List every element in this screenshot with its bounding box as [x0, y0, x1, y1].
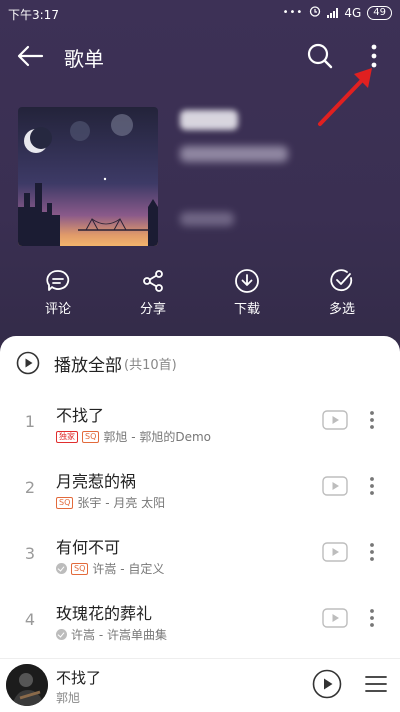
now-playing-cover-image [6, 664, 48, 706]
song-count: (共10首) [124, 357, 177, 373]
song-row[interactable]: 2 月亮惹的祸 SQ 张宇 - 月亮 太阳 [0, 460, 400, 522]
song-meta: 独家 SQ 郭旭 - 郭旭的Demo [56, 428, 211, 445]
playlist-queue-icon[interactable] [364, 673, 388, 695]
downloaded-check-icon [56, 629, 67, 640]
status-icons: ••• 4G 49 [283, 5, 392, 20]
now-playing-artist: 郭旭 [56, 691, 81, 705]
song-title: 不找了 [56, 406, 105, 425]
song-meta: SQ 许嵩 - 自定义 [56, 560, 164, 577]
alarm-icon [309, 5, 321, 20]
download-label: 下载 [233, 302, 260, 317]
multiselect-button[interactable]: 多选 [302, 268, 382, 317]
share-button[interactable]: 分享 [113, 268, 193, 317]
playlist-cover[interactable] [18, 107, 158, 246]
multiselect-label: 多选 [328, 302, 355, 317]
action-bar: 评论 分享 下载 多选 [0, 268, 400, 324]
song-artist: 许嵩 - 自定义 [92, 562, 165, 576]
cover-image [18, 107, 158, 246]
song-more-icon[interactable] [364, 606, 380, 630]
exclusive-badge: 独家 [56, 430, 78, 443]
play-pause-icon[interactable] [312, 669, 342, 699]
mv-play-icon[interactable] [322, 476, 348, 496]
comment-icon [46, 270, 70, 291]
more-dots-icon: ••• [282, 7, 304, 18]
page-title: 歌单 [64, 47, 104, 71]
play-all-label: 播放全部 [54, 355, 122, 376]
sq-badge: SQ [82, 430, 100, 443]
song-number: 3 [24, 544, 36, 563]
annotation-arrow [318, 68, 372, 126]
back-arrow-icon[interactable] [14, 40, 46, 72]
song-row[interactable]: 4 玫瑰花的葬礼 许嵩 - 许嵩单曲集 [0, 592, 400, 654]
multiselect-icon [330, 269, 353, 292]
play-all-button[interactable]: 播放全部 (共10首) [16, 350, 177, 376]
song-more-icon[interactable] [364, 408, 380, 432]
downloaded-check-icon [56, 563, 67, 574]
sq-badge: SQ [56, 496, 74, 509]
battery-indicator: 49 [367, 5, 392, 20]
network-label: 4G [344, 5, 362, 20]
signal-icon [327, 7, 339, 18]
blurred-creator [180, 146, 288, 162]
song-number: 2 [24, 478, 36, 497]
sq-badge: SQ [71, 562, 89, 575]
blurred-playlist-title [180, 110, 238, 130]
now-playing-cover[interactable] [6, 664, 48, 706]
status-bar: 下午3:17 ••• 4G 49 [0, 0, 400, 28]
mini-player[interactable]: 不找了 郭旭 [0, 658, 400, 712]
share-icon [143, 270, 163, 292]
song-title: 月亮惹的祸 [56, 472, 137, 491]
play-circle-icon [16, 351, 40, 375]
song-number: 1 [24, 412, 36, 431]
song-title: 有何不可 [56, 538, 121, 557]
song-artist: 张宇 - 月亮 太阳 [77, 496, 166, 510]
mv-play-icon[interactable] [322, 542, 348, 562]
share-label: 分享 [139, 302, 166, 317]
song-more-icon[interactable] [364, 474, 380, 498]
song-row[interactable]: 3 有何不可 SQ 许嵩 - 自定义 [0, 526, 400, 588]
now-playing-title: 不找了 [56, 669, 102, 687]
song-title: 玫瑰花的葬礼 [56, 604, 153, 623]
song-more-icon[interactable] [364, 540, 380, 564]
comment-button[interactable]: 评论 [18, 268, 98, 317]
song-meta: SQ 张宇 - 月亮 太阳 [56, 494, 165, 511]
status-time: 下午3:17 [8, 8, 59, 22]
song-number: 4 [24, 610, 36, 629]
song-row[interactable]: 1 不找了 独家 SQ 郭旭 - 郭旭的Demo [0, 394, 400, 456]
download-button[interactable]: 下载 [207, 268, 287, 317]
mv-play-icon[interactable] [322, 608, 348, 628]
song-artist: 郭旭 - 郭旭的Demo [103, 430, 211, 444]
song-artist: 许嵩 - 许嵩单曲集 [71, 628, 167, 642]
song-list-panel: 播放全部 (共10首) 1 不找了 独家 SQ 郭旭 - 郭旭的Demo 2 月… [0, 336, 400, 658]
blurred-description [180, 212, 234, 226]
comment-label: 评论 [44, 302, 71, 317]
mv-play-icon[interactable] [322, 410, 348, 430]
download-icon [235, 269, 259, 293]
song-meta: 许嵩 - 许嵩单曲集 [56, 626, 167, 643]
